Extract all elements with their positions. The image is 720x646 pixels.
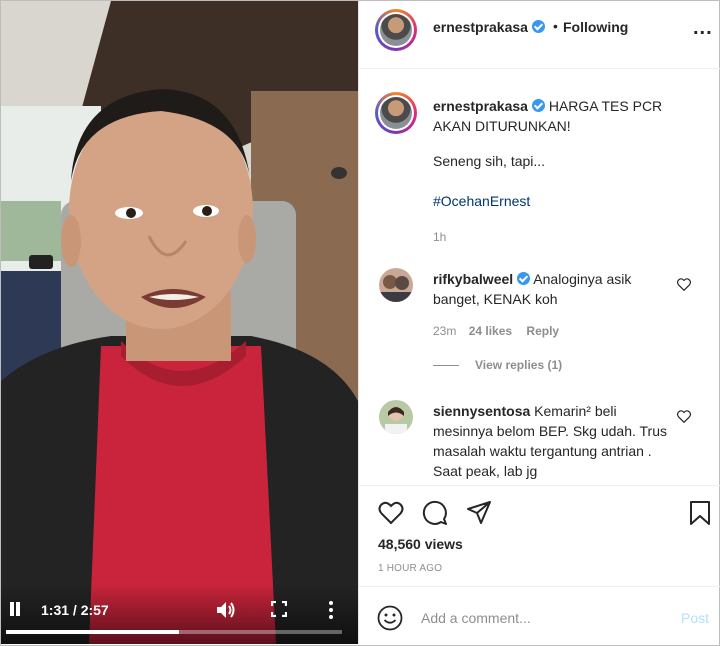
following-button[interactable]: Following [563,19,628,35]
comments-section[interactable]: ernestprakasa HARGA TES PCR AKAN DITURUN… [359,70,720,484]
post-header: ernestprakasa • Following ... [359,1,720,69]
comment-likes[interactable]: 24 likes [469,324,512,338]
caption-avatar[interactable] [375,92,417,134]
caption-text: ernestprakasa HARGA TES PCR AKAN DITURUN… [433,96,703,136]
comment-input[interactable] [421,605,661,631]
video-time: 1:31 / 2:57 [41,602,109,618]
pause-icon[interactable] [9,602,23,618]
save-bookmark-icon[interactable] [687,500,713,526]
comment-username[interactable]: siennysentosa [433,403,530,419]
video-frame-image [1,1,358,644]
caption-hashtag[interactable]: #OcehanErnest [433,193,530,209]
caption-line-2: Seneng sih, tapi... [433,153,546,169]
volume-icon[interactable] [215,600,237,620]
share-send-icon[interactable] [466,500,492,526]
verified-badge-icon [531,20,545,33]
video-controls: 1:31 / 2:57 [1,584,358,644]
post-actions: 48,560 views 1 HOUR AGO [359,485,720,585]
commenter-avatar[interactable] [379,268,413,302]
emoji-smile-icon[interactable] [377,605,403,631]
comment-like-heart-icon[interactable] [677,410,691,423]
video-progress-bar[interactable] [6,630,342,634]
view-replies-label: View replies (1) [475,358,563,372]
reply-button[interactable]: Reply [526,324,559,338]
comment-like-heart-icon[interactable] [677,278,691,291]
commenter-avatar[interactable] [379,400,413,434]
fullscreen-icon[interactable] [271,601,287,617]
more-options-icon[interactable]: ... [693,18,713,38]
post-side-panel: ernestprakasa • Following ... ernestprak… [358,1,720,645]
verified-badge-icon [517,272,531,285]
caption-age: 1h [433,230,447,244]
author-avatar[interactable] [375,9,417,51]
view-replies-button[interactable]: View replies (1) [433,358,562,372]
view-replies-divider [433,365,459,367]
verified-badge-icon [531,99,545,112]
comment-bubble-icon[interactable] [422,500,448,526]
caption-username[interactable]: ernestprakasa [433,98,528,114]
header-separator: • [553,18,558,34]
author-username-text: ernestprakasa [433,19,528,35]
comment-text: siennysentosa Kemarin² beli mesinnya bel… [433,401,673,481]
comment-text: rifkybalweel Analoginya asik banget, KEN… [433,269,673,309]
video-progress-fill [6,630,179,634]
comment-username[interactable]: rifkybalweel [433,271,513,287]
post-timestamp: 1 HOUR AGO [378,563,443,574]
video-player[interactable]: 1:31 / 2:57 [1,1,358,644]
view-count[interactable]: 48,560 views [378,536,463,552]
add-comment-bar: Post [359,586,720,645]
comment-meta: 23m 24 likes Reply [433,324,559,338]
author-username[interactable]: ernestprakasa [433,19,545,35]
comment-age: 23m [433,324,457,338]
like-heart-icon[interactable] [378,500,404,526]
post-comment-button[interactable]: Post [681,610,709,626]
video-more-icon[interactable] [327,600,335,620]
